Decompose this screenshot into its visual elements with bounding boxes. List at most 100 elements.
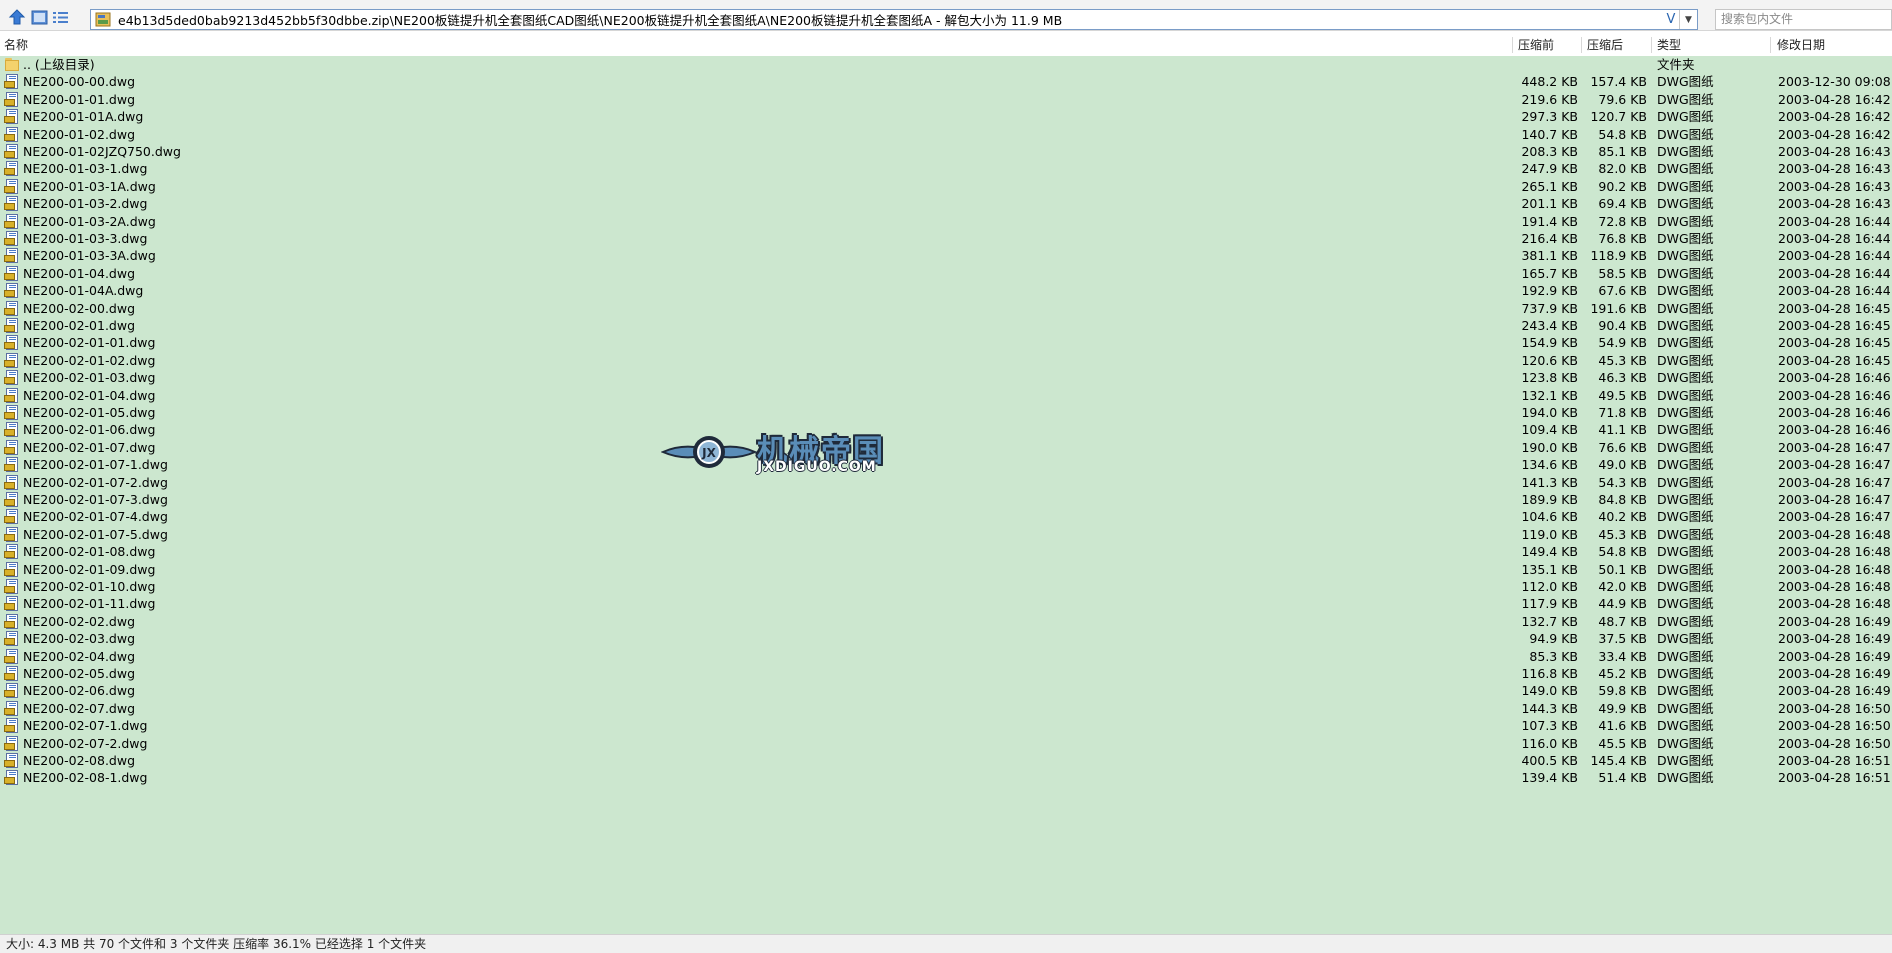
file-name: NE200-02-01-05.dwg (23, 405, 156, 420)
column-divider[interactable] (1770, 37, 1771, 53)
file-row[interactable]: NE200-02-01.dwg 243.4 KB 90.4 KB DWG图纸 2003-… (0, 317, 1892, 334)
file-type: DWG图纸 (1657, 283, 1714, 299)
file-row[interactable]: NE200-02-01-07-5.dwg 119.0 KB 45.3 KB DWG图纸… (0, 526, 1892, 543)
file-size-after: 118.9 KB (1590, 248, 1647, 264)
file-row[interactable]: NE200-01-04A.dwg 192.9 KB 67.6 KB DWG图纸 2003… (0, 282, 1892, 299)
column-divider[interactable] (1651, 37, 1652, 53)
file-row[interactable]: NE200-01-03-2.dwg 201.1 KB 69.4 KB DWG图纸 200… (0, 195, 1892, 212)
file-type: DWG图纸 (1657, 265, 1714, 281)
file-row[interactable]: NE200-01-01A.dwg 297.3 KB 120.7 KB DWG图纸 200… (0, 108, 1892, 125)
column-before[interactable]: 压缩前 (1514, 35, 1554, 55)
file-row[interactable]: NE200-02-08.dwg 400.5 KB 145.4 KB DWG图纸 2003… (0, 752, 1892, 769)
file-name: NE200-02-01-03.dwg (23, 370, 156, 386)
file-row[interactable]: NE200-02-01-07-2.dwg 141.3 KB 54.3 KB DWG图纸… (0, 474, 1892, 491)
file-row[interactable]: NE200-01-03-3.dwg 216.4 KB 76.8 KB DWG图纸 200… (0, 230, 1892, 247)
list-view-icon[interactable] (49, 8, 71, 26)
file-name: NE200-02-01-06.dwg (23, 422, 156, 438)
column-date[interactable]: 修改日期 (1773, 35, 1825, 55)
file-date: 2003-04-28 16:47 (1778, 509, 1891, 525)
file-type: DWG图纸 (1657, 352, 1714, 368)
up-arrow-icon[interactable] (6, 8, 28, 26)
dwg-file-icon (4, 196, 20, 212)
file-row[interactable]: NE200-02-01-07-4.dwg 104.6 KB 40.2 KB DWG图纸… (0, 508, 1892, 525)
file-row[interactable]: NE200-00-00.dwg 448.2 KB 157.4 KB DWG图纸 2003… (0, 73, 1892, 90)
file-size-after: 85.1 KB (1598, 144, 1647, 159)
file-name: NE200-02-01-07-2.dwg (23, 474, 168, 490)
file-row[interactable]: NE200-02-01-11.dwg 117.9 KB 44.9 KB DWG图纸 20… (0, 595, 1892, 612)
file-row[interactable]: NE200-02-05.dwg 116.8 KB 45.2 KB DWG图纸 2003-… (0, 665, 1892, 682)
file-row[interactable]: NE200-02-01-01.dwg 154.9 KB 54.9 KB DWG图纸 20… (0, 334, 1892, 351)
parent-folder-row[interactable]: .. (上级目录) 文件夹 (0, 56, 1892, 73)
file-size-after: 49.5 KB (1598, 387, 1647, 403)
column-divider[interactable] (1581, 37, 1582, 53)
file-date: 2003-04-28 16:45 (1778, 318, 1891, 333)
dwg-file-icon (4, 422, 20, 438)
file-date: 2003-04-28 16:51 (1778, 770, 1891, 786)
dwg-file-icon (4, 109, 20, 125)
file-date: 2003-04-28 16:48 (1778, 596, 1891, 612)
file-list[interactable]: .. (上级目录) 文件夹 NE200-00-00.dwg 448.2 KB 157… (0, 56, 1892, 934)
file-type: DWG图纸 (1657, 109, 1714, 125)
column-type[interactable]: 类型 (1653, 35, 1681, 55)
file-row[interactable]: NE200-02-01-07-3.dwg 189.9 KB 84.8 KB DWG图纸… (0, 491, 1892, 508)
file-row[interactable]: NE200-02-01-10.dwg 112.0 KB 42.0 KB DWG图纸 20… (0, 578, 1892, 595)
file-row[interactable]: NE200-01-02JZQ750.dwg 208.3 KB 85.1 KB DWG图… (0, 143, 1892, 160)
file-row[interactable]: NE200-02-01-03.dwg 123.8 KB 46.3 KB DWG图纸 20… (0, 369, 1892, 386)
file-size-before: 104.6 KB (1521, 509, 1578, 525)
file-row[interactable]: NE200-01-03-2A.dwg 191.4 KB 72.8 KB DWG图纸 20… (0, 213, 1892, 230)
file-row[interactable]: NE200-02-02.dwg 132.7 KB 48.7 KB DWG图纸 2003-… (0, 613, 1892, 630)
file-row[interactable]: NE200-02-01-06.dwg 109.4 KB 41.1 KB DWG图纸 20… (0, 421, 1892, 438)
thumbnail-view-icon[interactable] (28, 8, 50, 26)
file-row[interactable]: NE200-02-03.dwg 94.9 KB 37.5 KB DWG图纸 2003-0… (0, 630, 1892, 647)
file-row[interactable]: NE200-01-03-1A.dwg 265.1 KB 90.2 KB DWG图纸 20… (0, 178, 1892, 195)
history-button[interactable]: V (1663, 12, 1679, 27)
file-type: DWG图纸 (1657, 144, 1714, 159)
address-bar[interactable]: e4b13d5ded0bab9213d452bb5f30dbbe.zip\NE2… (90, 9, 1698, 30)
file-row[interactable]: NE200-02-08-1.dwg 139.4 KB 51.4 KB DWG图纸 200… (0, 769, 1892, 786)
file-row[interactable]: NE200-01-01.dwg 219.6 KB 79.6 KB DWG图纸 2003-… (0, 91, 1892, 108)
file-type: DWG图纸 (1657, 526, 1714, 542)
file-name: NE200-02-01-09.dwg (23, 561, 156, 577)
file-row[interactable]: NE200-01-03-3A.dwg 381.1 KB 118.9 KB DWG图纸 2… (0, 247, 1892, 264)
file-row[interactable]: NE200-02-01-05.dwg 194.0 KB 71.8 KB DWG图纸 20… (0, 404, 1892, 421)
file-row[interactable]: NE200-01-02.dwg 140.7 KB 54.8 KB DWG图纸 2003-… (0, 126, 1892, 143)
address-path[interactable]: e4b13d5ded0bab9213d452bb5f30dbbe.zip\NE2… (118, 10, 1663, 29)
file-name: NE200-02-08.dwg (23, 753, 136, 768)
file-row[interactable]: NE200-01-04.dwg 165.7 KB 58.5 KB DWG图纸 2003-… (0, 265, 1892, 282)
dwg-file-icon (4, 735, 20, 752)
file-row[interactable]: NE200-02-01-07-1.dwg 134.6 KB 49.0 KB DWG图纸… (0, 456, 1892, 473)
file-date: 2003-04-28 16:49 (1778, 683, 1891, 699)
file-date: 2003-04-28 16:47 (1778, 492, 1891, 507)
file-row[interactable]: NE200-02-04.dwg 85.3 KB 33.4 KB DWG图纸 2003-0… (0, 648, 1892, 665)
file-row[interactable]: NE200-02-01-07.dwg 190.0 KB 76.6 KB DWG图纸 20… (0, 439, 1892, 456)
file-name: NE200-02-01-07-5.dwg (23, 526, 168, 542)
file-type: DWG图纸 (1657, 422, 1714, 438)
file-row[interactable]: NE200-02-01-02.dwg 120.6 KB 45.3 KB DWG图纸 20… (0, 352, 1892, 369)
file-date: 2003-04-28 16:46 (1778, 370, 1891, 386)
dwg-file-icon (4, 213, 20, 230)
file-row[interactable]: NE200-01-03-1.dwg 247.9 KB 82.0 KB DWG图纸 200… (0, 160, 1892, 177)
file-row[interactable]: NE200-02-01-08.dwg 149.4 KB 54.8 KB DWG图纸 20… (0, 543, 1892, 560)
file-row[interactable]: NE200-02-06.dwg 149.0 KB 59.8 KB DWG图纸 2003-… (0, 682, 1892, 699)
file-name: NE200-02-04.dwg (23, 648, 136, 664)
file-row[interactable]: NE200-02-07-2.dwg 116.0 KB 45.5 KB DWG图纸 200… (0, 735, 1892, 752)
file-size-before: 144.3 KB (1521, 700, 1578, 716)
search-input[interactable]: 搜索包内文件 (1715, 9, 1892, 30)
column-divider[interactable] (1512, 37, 1513, 53)
file-size-after: 69.4 KB (1598, 196, 1647, 212)
file-row[interactable]: NE200-02-01-09.dwg 135.1 KB 50.1 KB DWG图纸 20… (0, 561, 1892, 578)
file-size-before: 190.0 KB (1521, 439, 1578, 455)
column-name[interactable]: 名称 (0, 35, 28, 55)
file-type: DWG图纸 (1657, 753, 1714, 768)
file-row[interactable]: NE200-02-07-1.dwg 107.3 KB 41.6 KB DWG图纸 200… (0, 717, 1892, 734)
chevron-down-icon[interactable]: ▼ (1679, 10, 1697, 29)
column-after[interactable]: 压缩后 (1583, 35, 1623, 55)
file-row[interactable]: NE200-02-01-04.dwg 132.1 KB 49.5 KB DWG图纸 20… (0, 387, 1892, 404)
file-date: 2003-04-28 16:45 (1778, 352, 1891, 368)
file-name: NE200-02-01-10.dwg (23, 579, 156, 594)
file-row[interactable]: NE200-02-00.dwg 737.9 KB 191.6 KB DWG图纸 2003… (0, 300, 1892, 317)
file-row[interactable]: NE200-02-07.dwg 144.3 KB 49.9 KB DWG图纸 2003-… (0, 700, 1892, 717)
file-size-before: 140.7 KB (1521, 126, 1578, 142)
dwg-file-icon (4, 405, 20, 421)
file-size-before: 107.3 KB (1521, 718, 1578, 734)
